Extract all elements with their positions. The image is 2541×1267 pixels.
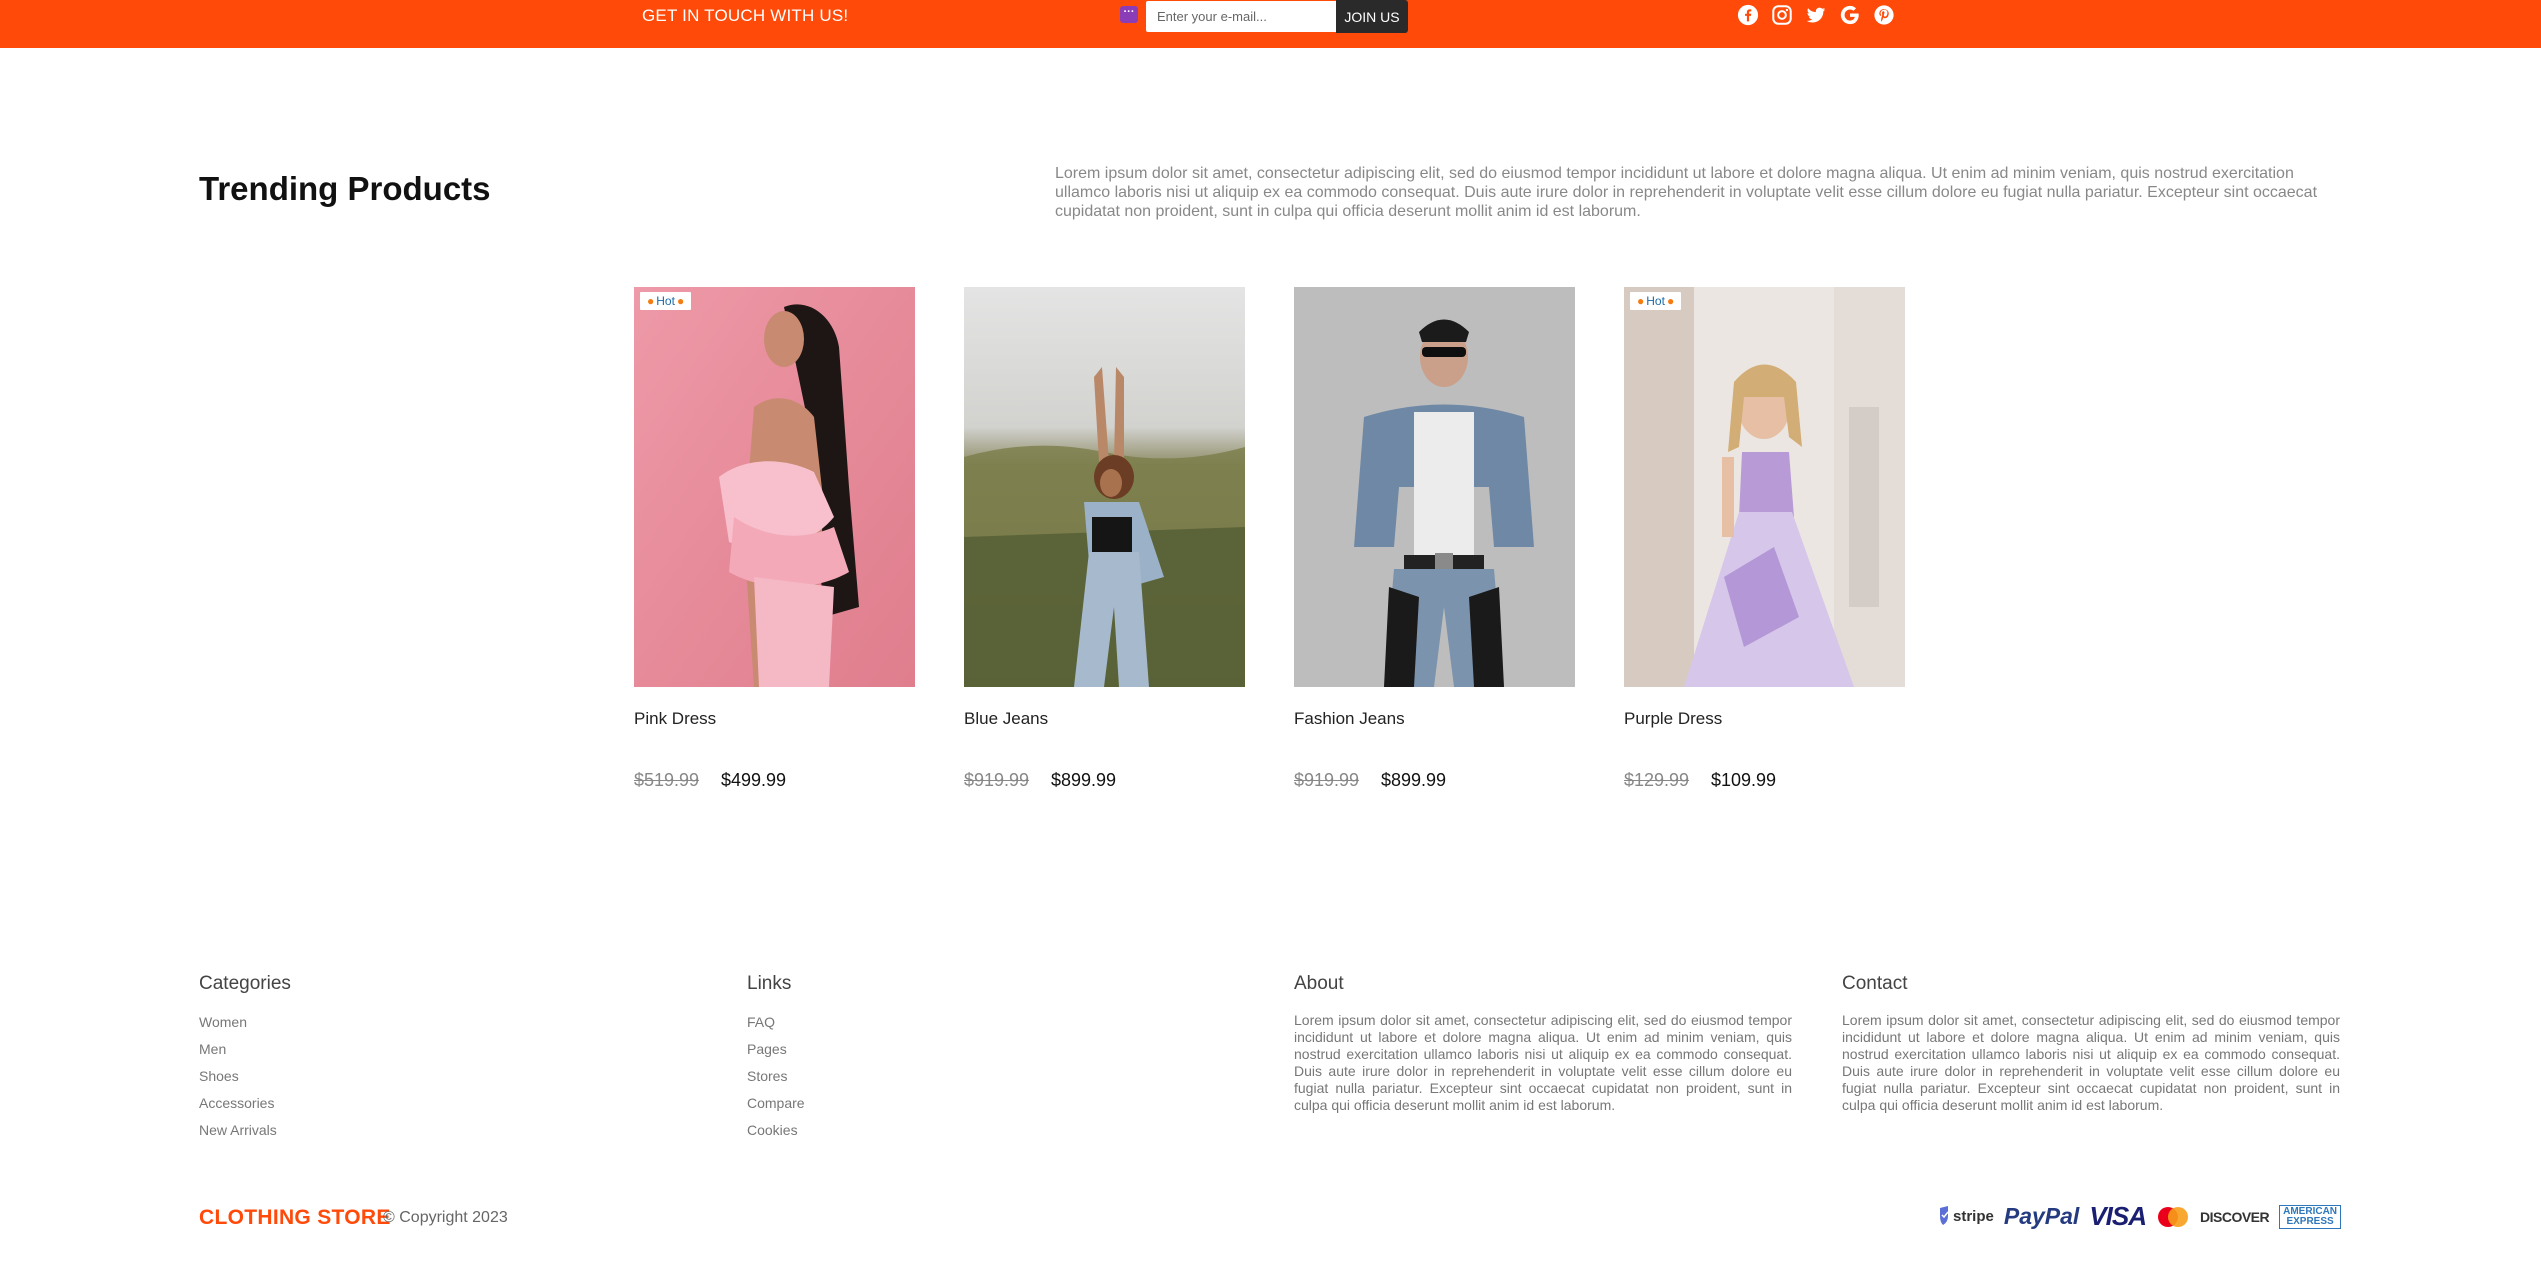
- product-name[interactable]: Fashion Jeans: [1294, 709, 1405, 729]
- contact-text: Lorem ipsum dolor sit amet, consectetur …: [1842, 1012, 2340, 1113]
- discover-logo: DISCOVER: [2200, 1208, 2270, 1225]
- top-bar: GET IN TOUCH WITH US! ··· JOIN US: [0, 0, 2541, 48]
- copyright-text: © Copyright 2023: [383, 1209, 508, 1226]
- product-card[interactable]: Fashion Jeans $919.99 $899.99: [1294, 287, 1575, 790]
- stripe-logo: stripe: [1937, 1204, 1994, 1230]
- footer-link-cookies[interactable]: Cookies: [747, 1120, 805, 1147]
- product-old-price: $129.99: [1624, 770, 1690, 790]
- category-link-new-arrivals[interactable]: New Arrivals: [199, 1120, 291, 1147]
- stripe-text: stripe: [1953, 1208, 1994, 1225]
- trending-products-title: Trending Products: [199, 170, 491, 207]
- product-name[interactable]: Blue Jeans: [964, 709, 1048, 729]
- twitter-icon[interactable]: [1804, 3, 1828, 27]
- footer-link-pages[interactable]: Pages: [747, 1039, 805, 1066]
- links-heading: Links: [747, 973, 792, 994]
- category-link-women[interactable]: Women: [199, 1012, 291, 1039]
- category-link-men[interactable]: Men: [199, 1039, 291, 1066]
- facebook-icon[interactable]: [1736, 3, 1760, 27]
- product-name[interactable]: Pink Dress: [634, 709, 716, 729]
- product-image-blue-jeans[interactable]: [964, 287, 1245, 687]
- product-price: $899.99: [1381, 770, 1447, 790]
- footer-links: Links FAQ Pages Stores Compare Cookies: [747, 973, 805, 1147]
- brand-logo[interactable]: CLOTHING STORE: [199, 1206, 391, 1230]
- join-us-button[interactable]: JOIN US: [1336, 0, 1408, 33]
- product-card[interactable]: ● Hot ● Pink Dress $519.99 $499.99: [634, 287, 915, 790]
- contact-heading: Contact: [1842, 973, 1908, 994]
- flame-icon: ●: [647, 294, 655, 308]
- paypal-text: PayPal: [2003, 1203, 2080, 1229]
- instagram-icon[interactable]: [1770, 3, 1794, 27]
- product-price: $109.99: [1711, 770, 1777, 790]
- footer-link-faq[interactable]: FAQ: [747, 1012, 805, 1039]
- footer-categories: Categories Women Men Shoes Accessories N…: [199, 973, 291, 1147]
- product-price: $499.99: [721, 770, 787, 790]
- flame-icon: ●: [1637, 294, 1645, 308]
- discover-text: DISCOVER: [2200, 1208, 2270, 1225]
- product-image-fashion-jeans[interactable]: [1294, 287, 1575, 687]
- about-text: Lorem ipsum dolor sit amet, consectetur …: [1294, 1012, 1792, 1113]
- hot-badge: ● Hot ●: [1630, 292, 1682, 310]
- pinterest-icon[interactable]: [1872, 3, 1896, 27]
- amex-text-line-1: AMERICAN: [2283, 1205, 2338, 1217]
- trending-description: Lorem ipsum dolor sit amet, consectetur …: [1055, 165, 2318, 220]
- product-old-price: $919.99: [964, 770, 1030, 790]
- get-in-touch-text: GET IN TOUCH WITH US!: [642, 6, 849, 25]
- footer-link-compare[interactable]: Compare: [747, 1093, 805, 1120]
- product-image-pink-dress[interactable]: ● Hot ●: [634, 287, 915, 687]
- about-heading: About: [1294, 973, 1344, 994]
- password-manager-icon[interactable]: ···: [1120, 6, 1138, 23]
- hot-badge-label: Hot: [1646, 294, 1665, 308]
- footer-link-stores[interactable]: Stores: [747, 1066, 805, 1093]
- newsletter-email-input[interactable]: [1146, 1, 1336, 32]
- visa-text: VISA: [2089, 1201, 2147, 1231]
- amex-text-line-2: EXPRESS: [2286, 1215, 2334, 1227]
- product-name[interactable]: Purple Dress: [1624, 709, 1722, 729]
- flame-icon: ●: [1666, 294, 1675, 308]
- google-icon[interactable]: [1838, 3, 1862, 27]
- footer-contact: Contact Lorem ipsum dolor sit amet, cons…: [1842, 973, 2340, 1114]
- category-link-accessories[interactable]: Accessories: [199, 1093, 291, 1120]
- product-price: $899.99: [1051, 770, 1117, 790]
- category-link-shoes[interactable]: Shoes: [199, 1066, 291, 1093]
- mastercard-logo: [2156, 1206, 2190, 1228]
- flame-icon: ●: [676, 294, 685, 308]
- product-old-price: $519.99: [634, 770, 700, 790]
- visa-logo: VISA: [2089, 1201, 2147, 1232]
- footer-about: About Lorem ipsum dolor sit amet, consec…: [1294, 973, 1792, 1114]
- hot-badge: ● Hot ●: [640, 292, 692, 310]
- product-image-purple-dress[interactable]: ● Hot ●: [1624, 287, 1905, 687]
- american-express-logo: AMERICAN EXPRESS: [2279, 1204, 2342, 1229]
- product-old-price: $919.99: [1294, 770, 1360, 790]
- hot-badge-label: Hot: [656, 294, 675, 308]
- categories-heading: Categories: [199, 973, 291, 994]
- payment-methods: stripe PayPal VISA DISCOVER AMERICAN EXP…: [1937, 1201, 2342, 1232]
- product-card[interactable]: ● Hot ● Purple Dress $129.99 $109.99: [1624, 287, 1905, 790]
- product-card[interactable]: Blue Jeans $919.99 $899.99: [964, 287, 1245, 790]
- paypal-logo: PayPal: [2004, 1203, 2079, 1230]
